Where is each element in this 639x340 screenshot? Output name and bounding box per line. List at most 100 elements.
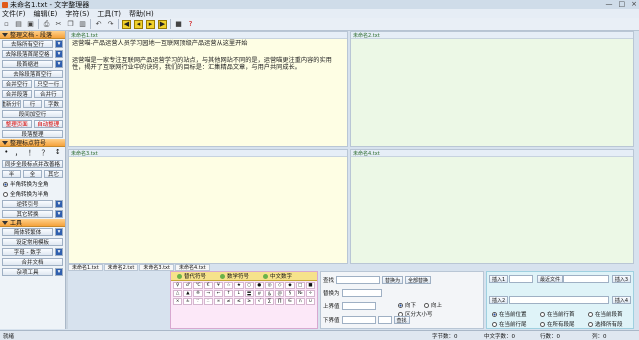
symbol-cell[interactable]: ◆ <box>285 282 295 289</box>
punct-quest-icon[interactable]: ？ <box>42 148 49 158</box>
editor-line[interactable]: 运营喵是一家专注互联网产品运营学习的站点，与其他网站不同的是，运营喵更注重内容的… <box>69 56 347 73</box>
symbol-cell[interactable]: ∩ <box>295 298 305 305</box>
symbol-cell[interactable]: ● <box>254 282 264 289</box>
dropdown-icon[interactable]: ▾ <box>55 268 63 276</box>
tab-math-symbols[interactable]: 数学符号 <box>220 272 249 280</box>
symbol-cell[interactable]: ★ <box>234 282 244 289</box>
replace-button[interactable]: 替换为 <box>382 276 404 284</box>
menu-help[interactable]: 帮助(H) <box>129 9 154 19</box>
upper-bound-input[interactable] <box>341 302 376 310</box>
trim-spaces-button[interactable]: 去除段落首尾空格 <box>2 50 53 58</box>
replace-all-button[interactable]: 全部替换 <box>405 276 432 284</box>
tidy-paragraph-button[interactable]: 段落整理 <box>2 130 63 138</box>
section-tools[interactable]: 工具 <box>0 219 65 227</box>
symbol-cell[interactable]: ↓ <box>234 290 244 297</box>
maximize-button[interactable]: □ <box>619 0 626 8</box>
paragraph-spacing-button[interactable]: 段间加空行 <box>2 110 63 118</box>
symbol-cell[interactable]: ∪ <box>305 298 315 305</box>
find-button[interactable]: 查找 <box>393 316 410 324</box>
symbol-cell[interactable]: ☆ <box>224 282 234 289</box>
simplified-traditional-button[interactable]: 简体转繁体 <box>2 228 53 236</box>
char-count-field[interactable]: 字数 <box>44 100 63 108</box>
symbol-cell[interactable]: ＆ <box>264 290 275 297</box>
symbol-cell[interactable]: € <box>203 282 213 289</box>
symbol-cell[interactable]: ± <box>183 298 193 305</box>
symbol-cell[interactable]: ↑ <box>224 290 234 297</box>
replace-input[interactable] <box>341 289 382 297</box>
editor-pane-2[interactable]: 未命名2.txt <box>350 31 634 147</box>
radio-line-end[interactable]: 在当前行尾 <box>489 319 537 329</box>
tab-doc-3[interactable]: 未命名3.txt <box>139 264 174 271</box>
letter-number-button[interactable]: 字母 - 数字 <box>2 248 53 256</box>
symbol-cell[interactable]: ♂ <box>183 282 193 289</box>
first-icon[interactable]: ◀ <box>122 19 131 29</box>
half-width-button[interactable]: 半 <box>2 170 21 178</box>
symbol-cell[interactable]: × <box>173 298 183 305</box>
merge-line-button[interactable]: 合并行 <box>33 90 63 98</box>
other-convert-button[interactable]: 其它转换 <box>2 210 53 218</box>
radio-paragraph-start[interactable]: 在当前段首 <box>585 309 633 319</box>
indent-button[interactable]: 段首缩进 <box>2 60 53 68</box>
insert-2-button[interactable]: 插入2 <box>489 296 509 304</box>
paste-icon[interactable]: ▥ <box>78 20 87 29</box>
symbol-cell[interactable]: ≥ <box>244 298 254 305</box>
next-icon[interactable]: ▸ <box>146 19 155 29</box>
symbol-cell[interactable]: ○ <box>244 282 254 289</box>
close-button[interactable]: × <box>631 0 637 8</box>
punct-excl-icon[interactable]: ！ <box>28 148 35 158</box>
dropdown-icon[interactable]: ▾ <box>55 248 63 256</box>
merge-paragraph-button[interactable]: 合并段落 <box>2 90 32 98</box>
open-icon[interactable]: ▤ <box>14 20 23 29</box>
symbol-cell[interactable]: ∑ <box>264 298 275 305</box>
recent-files-button[interactable]: 最近文件 <box>537 275 564 283</box>
radio-line-start[interactable]: 在当前行首 <box>537 309 585 319</box>
lower-bound-input[interactable] <box>341 316 376 324</box>
radio-half-to-full[interactable]: 半角转换为全角 <box>0 179 65 189</box>
merge-empty-button[interactable]: 合并空行 <box>2 80 32 88</box>
remove-leading-lines-button[interactable]: 去除段落首空行 <box>2 70 63 78</box>
insert-2-input[interactable] <box>509 296 609 304</box>
symbol-cell[interactable]: ♀ <box>173 282 183 289</box>
symbol-cell[interactable]: ∏ <box>275 298 285 305</box>
editor-pane-4[interactable]: 未命名4.txt <box>350 149 634 264</box>
symbol-cell[interactable]: √ <box>254 298 264 305</box>
punct-comma-icon[interactable]: ， <box>15 148 22 158</box>
menu-chars[interactable]: 字符(S) <box>65 9 89 19</box>
insert-3-input[interactable] <box>563 275 609 283</box>
rewrap-button[interactable]: 重新分行 <box>2 100 21 108</box>
minimize-button[interactable]: — <box>606 0 613 8</box>
symbol-cell[interactable]: → <box>203 290 213 297</box>
reverse-quotes-button[interactable]: 逆转引号 <box>2 200 53 208</box>
symbol-cell[interactable]: ∞ <box>213 298 224 305</box>
save-icon[interactable]: ▣ <box>26 20 35 29</box>
insert-3-button[interactable]: 插入3 <box>611 275 631 283</box>
cut-icon[interactable]: ✂ <box>54 20 63 29</box>
symbol-cell[interactable]: ※ <box>193 290 203 297</box>
symbol-cell[interactable]: ◇ <box>275 282 285 289</box>
menu-tools[interactable]: 工具(T) <box>97 9 121 19</box>
tab-doc-1[interactable]: 未命名1.txt <box>68 264 103 271</box>
help-icon[interactable]: ? <box>186 20 195 29</box>
symbol-cell[interactable]: № <box>295 290 305 297</box>
tab-chinese-numbers[interactable]: 中文数字 <box>263 272 292 280</box>
redo-icon[interactable]: ↷ <box>106 20 115 29</box>
menu-edit[interactable]: 编辑(E) <box>34 9 58 19</box>
scope-select[interactable] <box>377 316 392 324</box>
insert-1-input[interactable] <box>509 275 533 283</box>
one-empty-button[interactable]: 只空一行 <box>33 80 63 88</box>
other-select[interactable]: 其它 <box>44 170 63 178</box>
tab-doc-2[interactable]: 未命名2.txt <box>103 264 139 271</box>
prev-icon[interactable]: ◂ <box>134 19 143 29</box>
symbol-cell[interactable]: ℃ <box>193 282 203 289</box>
symbol-cell[interactable]: ¥ <box>213 282 224 289</box>
tidy-page-button[interactable]: 整理页面 <box>2 120 32 128</box>
symbol-cell[interactable]: ◎ <box>264 282 275 289</box>
menu-file[interactable]: 文件(F) <box>2 9 26 19</box>
symbol-cell[interactable]: ≤ <box>234 298 244 305</box>
stop-icon[interactable]: ■ <box>174 20 183 29</box>
section-paragraph[interactable]: 整理文档 - 段落 <box>0 31 65 39</box>
symbol-cell[interactable]: ∴ <box>203 298 213 305</box>
undo-icon[interactable]: ↶ <box>94 20 103 29</box>
symbol-cell[interactable]: § <box>285 290 295 297</box>
radio-select-all[interactable]: 选择所有段 <box>585 319 633 329</box>
